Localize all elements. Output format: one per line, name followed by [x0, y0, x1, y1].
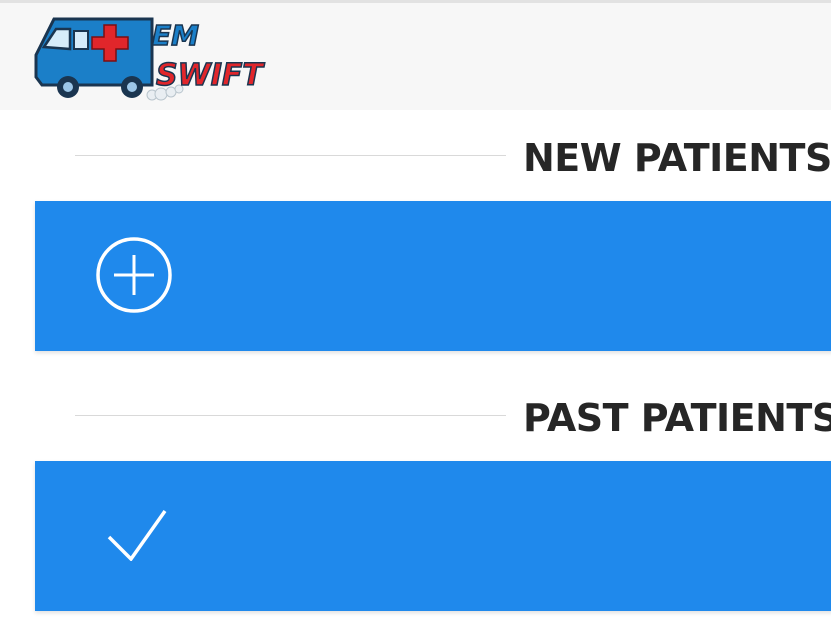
heading-divider	[75, 415, 506, 416]
past-patients-title: PAST PATIENTS	[523, 396, 831, 440]
logo-text-em: EM	[152, 19, 199, 52]
past-patient-card[interactable]	[35, 461, 831, 611]
past-patients-heading: PAST PATIENTS	[0, 388, 831, 448]
plus-circle-icon[interactable]	[95, 236, 173, 314]
new-patients-heading: NEW PATIENTS	[0, 128, 831, 188]
logo-text-swift: SWIFT	[156, 58, 265, 93]
em-swift-logo[interactable]: EM SWIFT	[34, 15, 279, 101]
new-patients-title: NEW PATIENTS	[523, 136, 831, 180]
new-patient-card[interactable]	[35, 201, 831, 351]
heading-divider	[75, 155, 506, 156]
app-header: EM SWIFT	[0, 0, 831, 110]
checkmark-icon[interactable]	[107, 509, 167, 561]
